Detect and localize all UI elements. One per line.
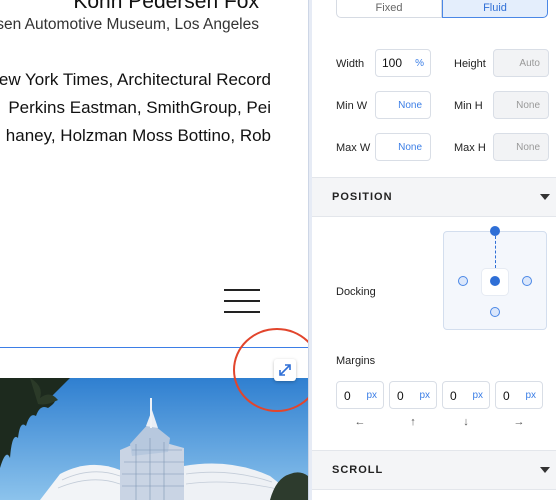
- width-label: Width: [336, 58, 365, 70]
- margin-bottom-field[interactable]: 0 px: [442, 381, 490, 409]
- width-unit[interactable]: %: [415, 58, 424, 69]
- hamburger-menu-icon[interactable]: [224, 289, 260, 315]
- min-width-label: Min W: [336, 100, 368, 112]
- docking-widget[interactable]: [443, 226, 547, 330]
- arrow-left-icon: ←: [354, 416, 366, 428]
- caret-down-icon: [540, 194, 550, 200]
- press-list-text: ew York Times, Architectural Record: [0, 70, 271, 89]
- margin-right-field[interactable]: 0 px: [495, 381, 543, 409]
- scroll-section-title: SCROLL: [332, 464, 384, 476]
- max-width-field[interactable]: None: [375, 133, 431, 161]
- margin-right-value: 0: [503, 389, 510, 403]
- museum-photo: [0, 378, 308, 500]
- max-height-label: Max H: [454, 142, 486, 154]
- dock-right-anchor[interactable]: [522, 276, 532, 286]
- margin-bottom-value: 0: [450, 389, 457, 403]
- height-field[interactable]: Auto: [493, 49, 549, 77]
- expand-element-button[interactable]: [274, 359, 296, 381]
- max-height-field[interactable]: None: [493, 133, 549, 161]
- collaborators-text-2: haney, Holzman Moss Bottino, Rob: [5, 126, 271, 145]
- dock-top-connector: [495, 236, 496, 268]
- min-height-label: Min H: [454, 100, 483, 112]
- margin-left-value: 0: [344, 389, 351, 403]
- margin-top-unit: px: [419, 390, 430, 401]
- dock-center-anchor[interactable]: [490, 276, 500, 286]
- position-section-title: POSITION: [332, 191, 393, 203]
- height-label: Height: [454, 58, 486, 70]
- margin-right-unit: px: [525, 390, 536, 401]
- margins-label: Margins: [336, 355, 376, 367]
- min-width-field[interactable]: None: [375, 91, 431, 119]
- margin-top-value: 0: [397, 389, 404, 403]
- margin-left-field[interactable]: 0 px: [336, 381, 384, 409]
- caret-down-icon: [540, 467, 550, 473]
- arrow-right-icon: →: [513, 416, 525, 428]
- scroll-section-header[interactable]: SCROLL: [312, 450, 556, 490]
- dock-top-anchor[interactable]: [490, 226, 500, 236]
- collaborators-text: Perkins Eastman, SmithGroup, Pei: [8, 98, 271, 117]
- arrow-down-icon: ↓: [463, 416, 469, 428]
- width-field[interactable]: 100 %: [375, 49, 431, 77]
- position-section-header[interactable]: POSITION: [312, 177, 556, 217]
- project-caption-text: rsen Automotive Museum, Los Angeles: [0, 16, 259, 33]
- size-mode-fixed-button[interactable]: Fixed: [336, 0, 442, 18]
- dock-left-anchor[interactable]: [458, 276, 468, 286]
- arrow-up-icon: ↑: [410, 416, 416, 428]
- margin-left-unit: px: [366, 390, 377, 401]
- website-canvas: Kohn Pedersen Fox rsen Automotive Museum…: [0, 0, 310, 500]
- selected-element-outline: [0, 347, 308, 377]
- max-width-label: Max W: [336, 142, 371, 154]
- inspector-panel: Fixed Fluid Width 100 % Height Auto Min …: [312, 0, 556, 500]
- docking-label: Docking: [336, 286, 376, 298]
- dock-bottom-anchor[interactable]: [490, 307, 500, 317]
- width-value: 100: [382, 56, 403, 70]
- margin-top-field[interactable]: 0 px: [389, 381, 437, 409]
- size-mode-fluid-button[interactable]: Fluid: [442, 0, 548, 18]
- firm-name-text: Kohn Pedersen Fox: [73, 0, 259, 13]
- min-height-field[interactable]: None: [493, 91, 549, 119]
- expand-arrows-icon: [279, 364, 291, 376]
- margin-bottom-unit: px: [472, 390, 483, 401]
